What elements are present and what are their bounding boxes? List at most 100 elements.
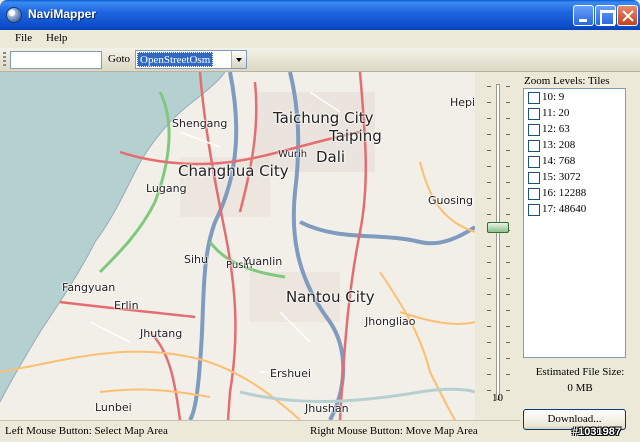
menu-help[interactable]: Help [46,32,67,44]
status-left-text: Left Mouse Button: Select Map Area [5,425,168,437]
status-bar: Left Mouse Button: Select Map Area Right… [0,420,520,442]
slider-tick [506,374,510,375]
slider-tick [487,246,491,247]
zoom-level-label: 11: 20 [542,107,570,119]
slider-tick [487,118,491,119]
place-label: Jhutang [140,327,183,340]
place-label: Ershuei [270,367,311,380]
slider-tick [487,198,491,199]
toolbar-grip[interactable] [3,52,6,68]
status-right-text: Right Mouse Button: Move Map Area [310,425,478,437]
zoom-slider-panel: 10 [475,72,520,420]
checkbox[interactable] [528,188,540,200]
estimated-size-label: Estimated File Size: [535,366,625,378]
place-label: Sihu [184,253,208,266]
menu-file[interactable]: File [15,32,32,44]
zoom-level-label: 16: 12288 [542,187,587,199]
app-globe-icon[interactable] [6,7,22,23]
chevron-down-icon[interactable] [231,51,246,68]
menu-bar: File Help [0,30,640,48]
slider-tick [487,182,491,183]
zoom-level-label: 14: 768 [542,155,576,167]
map-source-value: OpenStreetOsm [137,52,214,67]
zoom-levels-header: Zoom Levels: Tiles [524,75,610,87]
checkbox[interactable] [528,124,540,136]
place-label: Jhushan [305,402,349,415]
slider-tick [506,214,510,215]
slider-tick [487,134,491,135]
place-label: Fangyuan [62,281,116,294]
slider-tick [506,198,510,199]
zoom-level-label: 13: 208 [542,139,576,151]
estimated-size-value: 0 MB [567,382,593,394]
title-bar[interactable]: NaviMapper [0,0,640,30]
slider-tick [506,134,510,135]
zoom-levels-list[interactable]: 10: 9 11: 20 12: 63 13: 208 14: 768 15: … [523,88,626,358]
zoom-slider-track[interactable] [496,84,500,400]
slider-tick [506,182,510,183]
place-label: Taiping [329,127,382,145]
place-label: Taichung City [273,109,374,127]
slider-tick [506,390,510,391]
slider-tick [506,262,510,263]
place-label: Shengang [172,117,228,130]
zoom-level-label: 17: 48640 [542,203,587,215]
zoom-level-label: 15: 3072 [542,171,581,183]
place-label: Yuanlin [243,255,283,268]
maximize-button[interactable] [595,5,616,26]
slider-tick [506,294,510,295]
slider-tick [506,102,510,103]
toolbar: Goto OpenStreetOsm [0,48,640,72]
slider-tick [506,86,510,87]
map-canvas [0,72,475,420]
checkbox[interactable] [528,92,540,104]
slider-tick [487,358,491,359]
slider-tick [506,166,510,167]
place-label: Nantou City [286,288,375,306]
slider-tick [506,150,510,151]
slider-tick [487,374,491,375]
watermark: #1031987 [572,426,621,438]
minimize-button[interactable] [573,5,594,26]
close-button[interactable] [617,5,638,26]
map-view[interactable]: Taichung City Taiping Dali Wurih Shengan… [0,72,475,420]
checkbox[interactable] [528,172,540,184]
zoom-level-label: 12: 63 [542,123,570,135]
place-label: Jhongliao [365,315,416,328]
slider-tick [487,278,491,279]
place-label: Hepi [450,96,475,109]
location-input[interactable] [10,51,102,69]
zoom-levels-panel: Zoom Levels: Tiles 10: 9 11: 20 12: 63 1… [520,72,640,442]
place-label: Erlin [114,299,139,312]
place-label: Lugang [146,182,187,195]
slider-tick [506,358,510,359]
slider-tick [487,166,491,167]
slider-tick [506,326,510,327]
checkbox[interactable] [528,156,540,168]
slider-tick [487,294,491,295]
slider-tick [506,342,510,343]
place-label: Dali [316,148,346,166]
place-label: Guosing [428,194,473,207]
window-title: NaviMapper [28,7,97,21]
slider-tick [506,246,510,247]
zoom-slider-thumb[interactable] [487,222,509,233]
goto-label: Goto [108,53,130,65]
map-source-select[interactable]: OpenStreetOsm [135,50,247,69]
checkbox[interactable] [528,108,540,120]
slider-tick [506,278,510,279]
slider-tick [487,86,491,87]
slider-tick [487,342,491,343]
slider-tick [506,118,510,119]
slider-tick [506,310,510,311]
checkbox[interactable] [528,204,540,216]
slider-tick [487,310,491,311]
slider-tick [487,390,491,391]
slider-tick [487,326,491,327]
checkbox[interactable] [528,140,540,152]
zoom-slider-value: 10 [492,392,503,404]
slider-tick [487,102,491,103]
slider-tick [487,150,491,151]
place-label: Changhua City [178,162,289,180]
place-label: Wurih [278,149,308,160]
